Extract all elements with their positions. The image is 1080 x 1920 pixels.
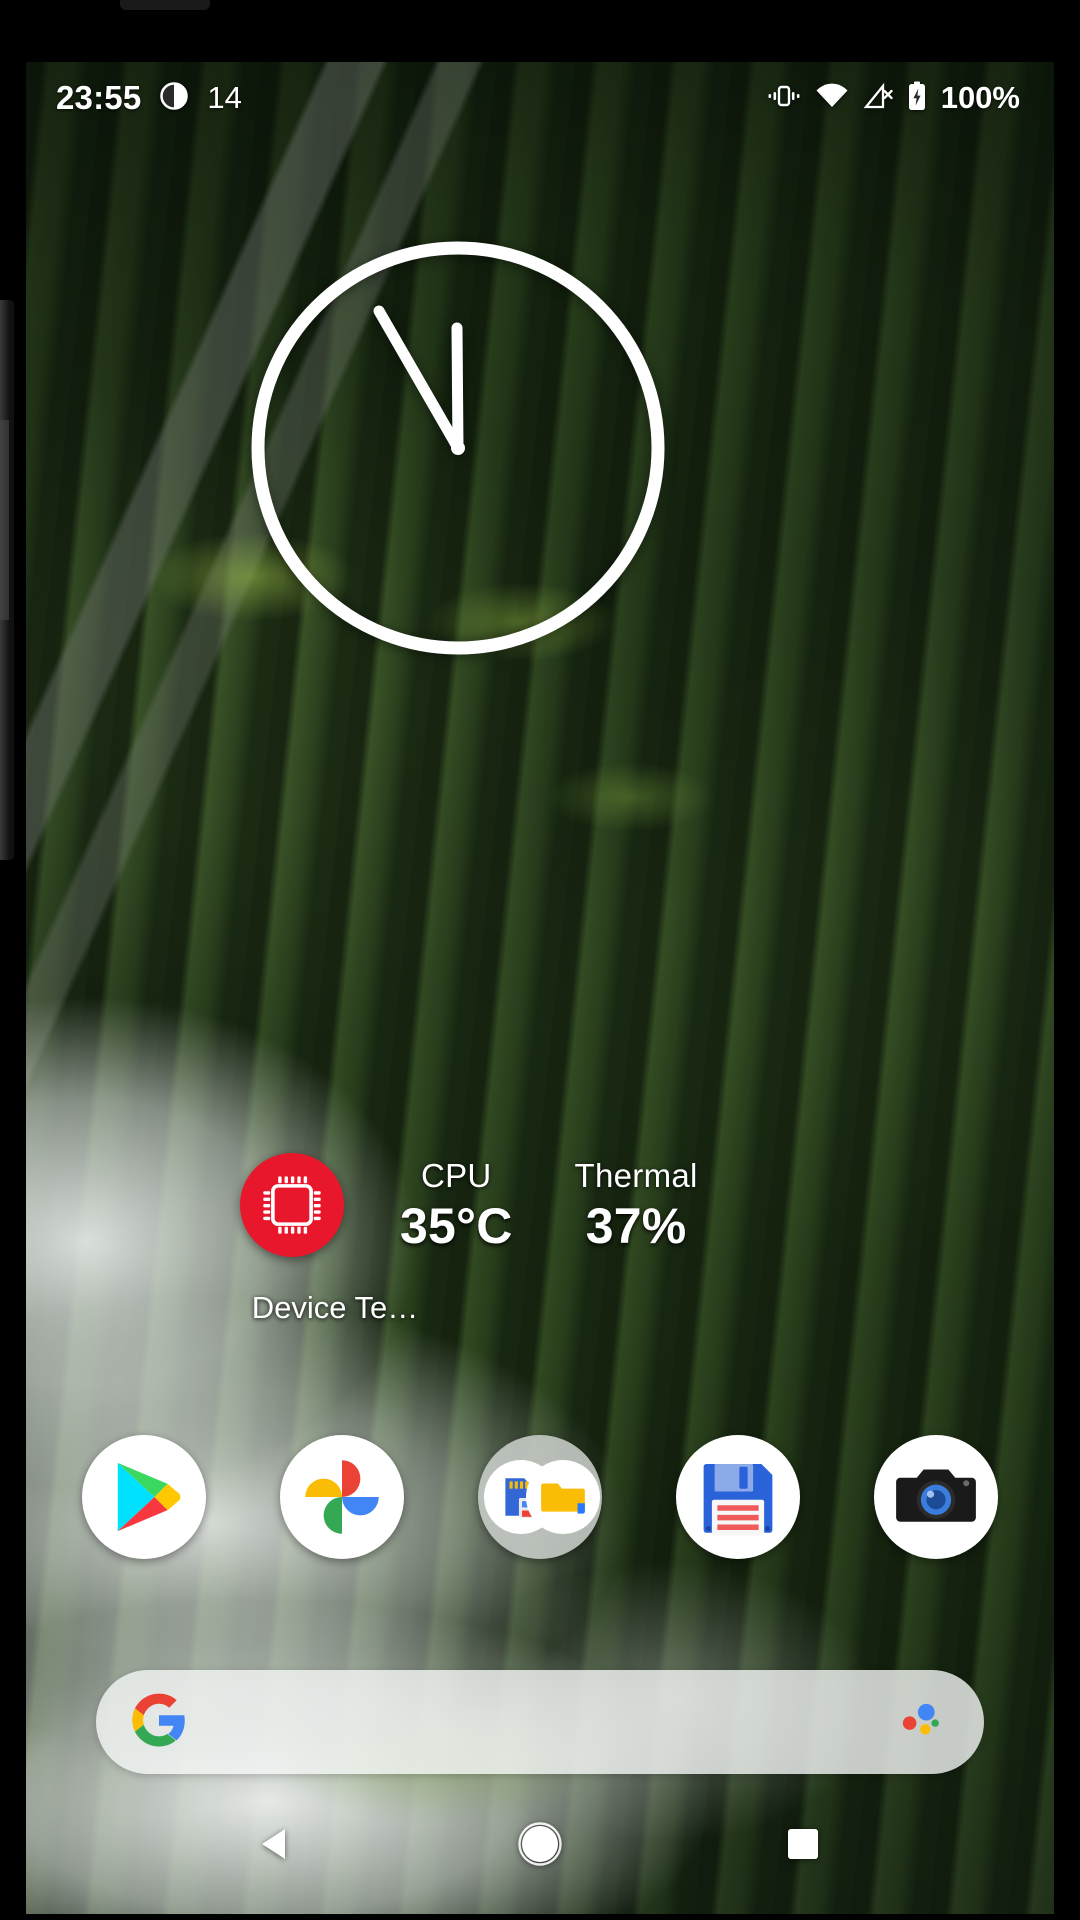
phone-frame: 23:55 14 100% CPU 35°C Thermal 37% Devic… <box>0 0 1080 1920</box>
dock-item-photos[interactable] <box>280 1435 404 1559</box>
device-temperature-app-label: Device Te… <box>251 1290 419 1325</box>
no-sim-signal-icon <box>863 82 893 115</box>
dock-item-camera[interactable] <box>874 1435 998 1559</box>
dock-item-app-folder[interactable] <box>478 1435 602 1559</box>
camera-icon <box>896 1469 976 1522</box>
search-input[interactable] <box>186 1670 894 1774</box>
earpiece-speaker <box>120 0 210 10</box>
stat-cpu-value: 35°C <box>400 1197 513 1254</box>
google-g-icon <box>132 1693 186 1752</box>
stat-thermal-value: 37% <box>585 1197 687 1254</box>
floppy-disk-icon <box>703 1464 773 1536</box>
status-battery-percent: 100% <box>940 80 1020 115</box>
play-store-icon <box>117 1462 181 1532</box>
battery-charging-icon <box>907 81 927 116</box>
nav-back-button[interactable] <box>222 1789 332 1899</box>
wifi-icon <box>815 82 849 115</box>
clock-hour-hand <box>451 322 464 454</box>
temperature-stats: CPU 35°C Thermal 37% <box>400 1156 698 1254</box>
phone-screen: 23:55 14 100% CPU 35°C Thermal 37% Devic… <box>26 62 1054 1914</box>
stat-cpu: CPU 35°C <box>400 1156 513 1254</box>
clock-face <box>251 241 665 655</box>
stat-thermal: Thermal 37% <box>574 1156 698 1254</box>
status-clock: 23:55 <box>56 79 142 116</box>
google-search-bar[interactable] <box>96 1670 984 1774</box>
vibrate-icon <box>767 81 801 116</box>
navigation-bar <box>26 1774 1054 1914</box>
phone-volume-rocker <box>0 420 9 620</box>
back-triangle-icon <box>262 1829 286 1859</box>
device-temperature-widget[interactable]: CPU 35°C Thermal 37% <box>240 1140 860 1270</box>
folder-icon <box>541 1483 585 1514</box>
nav-home-button[interactable] <box>485 1789 595 1899</box>
wallpaper-highlight <box>546 762 716 832</box>
analog-clock-widget[interactable] <box>242 232 674 664</box>
clock-minute-hand <box>373 305 464 454</box>
cpu-flame-icon[interactable] <box>240 1153 344 1257</box>
google-photos-icon <box>305 1460 379 1534</box>
stat-cpu-label: CPU <box>420 1156 492 1194</box>
status-bar-left: 23:55 14 <box>56 79 242 117</box>
status-bar: 23:55 14 100% <box>26 62 1054 134</box>
recents-square-icon <box>787 1829 818 1859</box>
dock-item-play-store[interactable] <box>82 1435 206 1559</box>
home-circle-icon <box>518 1822 562 1866</box>
clock-badge-icon <box>159 81 189 116</box>
stat-thermal-label: Thermal <box>574 1156 698 1194</box>
status-notification-count: 14 <box>207 80 242 115</box>
status-bar-right: 100% <box>767 80 1020 116</box>
nav-recents-button[interactable] <box>748 1789 858 1899</box>
google-assistant-icon[interactable] <box>894 1695 944 1750</box>
folder-preview-files <box>526 1460 600 1534</box>
dock <box>82 1422 998 1572</box>
dock-item-files[interactable] <box>676 1435 800 1559</box>
